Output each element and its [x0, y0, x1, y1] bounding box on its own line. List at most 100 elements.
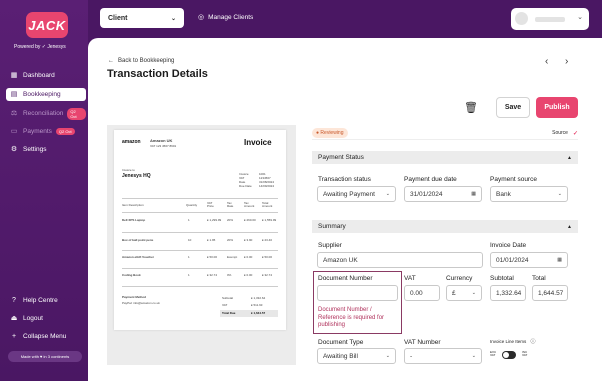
back-link[interactable]: ← Back to Bookkeeping	[108, 58, 174, 64]
due-date-value: 31/01/2024	[410, 190, 443, 198]
row-qty: 1	[188, 218, 190, 222]
row-qty: 1	[188, 273, 190, 277]
currency-select[interactable]: £ ⌄	[446, 285, 482, 301]
payment-status-header[interactable]: Payment Status ▲	[312, 151, 578, 164]
invoice-to-label: Invoice to	[122, 168, 135, 172]
divider	[122, 212, 278, 213]
trash-icon[interactable]: 🗑	[464, 101, 478, 114]
meta-value: 14/09/2024	[259, 184, 275, 188]
source-logo-icon: ✓	[572, 130, 578, 137]
publish-button[interactable]: Publish	[536, 97, 578, 118]
row-qty: 1	[188, 255, 190, 259]
status-badge-label: Reviewing	[320, 130, 344, 136]
row-total: £ 23.40	[262, 238, 273, 242]
invoice-date-value: 01/01/2024	[496, 256, 529, 264]
transaction-status-select[interactable]: Awaiting Payment ⌄	[317, 186, 396, 202]
row-tax: £ 0.00	[244, 273, 253, 277]
sidebar-item-payments[interactable]: ▭ Payments Q2 Oct	[6, 125, 86, 138]
total-input[interactable]: 1,644.57	[532, 285, 568, 301]
user-menu[interactable]: ⌄	[511, 8, 589, 30]
sidebar-item-settings[interactable]: ⚙ Settings	[6, 143, 86, 156]
collapse-icon: +	[11, 333, 17, 340]
payment-source-select[interactable]: Bank ⌄	[490, 186, 568, 202]
help-icon: ?	[12, 297, 16, 304]
manage-clients-label: Manage Clients	[208, 13, 254, 21]
row-tax: £ 0.00	[244, 255, 253, 259]
line-items-label-text: Invoice Line Items	[490, 339, 527, 344]
chevron-right-icon[interactable]: ›	[565, 56, 568, 67]
vat-number-select[interactable]: - ⌄	[404, 348, 482, 364]
subtotal-value: 1,332.64	[496, 289, 522, 297]
chevron-up-icon: ▲	[567, 223, 572, 230]
sidebar-item-label: Reconciliation	[22, 110, 64, 117]
sidebar-item-dashboard[interactable]: ▦ Dashboard	[6, 69, 86, 82]
sidebar-item-help[interactable]: ? Help Centre	[6, 294, 86, 307]
sidebar-item-bookkeeping[interactable]: ▤ Bookkeeping	[6, 88, 86, 101]
section-title: Payment Status	[318, 154, 364, 161]
row-price: £ 32.74	[207, 273, 218, 277]
sidebar-item-label: Logout	[23, 315, 43, 322]
line-items-label: Invoice Line Items ⓘ	[490, 338, 536, 345]
row-rate: 20%	[227, 238, 234, 242]
row-qty: 10	[188, 238, 192, 242]
total-due-value: £ 1,644.57	[251, 311, 266, 315]
currency-label: Currency	[446, 275, 473, 282]
supplier-value: Amazon UK	[323, 256, 358, 264]
due-date-input[interactable]: 31/01/2024 ▦	[404, 186, 482, 202]
currency-value: £	[452, 289, 456, 297]
subtotal-label: Subtotal	[222, 296, 234, 300]
supplier-input[interactable]: Amazon UK	[317, 252, 483, 268]
chevron-up-icon: ▲	[567, 154, 572, 161]
divider	[122, 286, 278, 287]
sidebar-item-collapse[interactable]: + Collapse Menu	[6, 330, 86, 343]
row-rate: 0%	[227, 273, 232, 277]
manage-clients-link[interactable]: ◎ Manage Clients	[198, 13, 254, 22]
subtotal-value: £ 1,332.64	[251, 296, 266, 300]
sidebar-item-label: Help Centre	[23, 297, 58, 304]
book-icon: ▤	[10, 91, 18, 98]
document-number-input[interactable]	[317, 285, 398, 301]
sidebar-item-logout[interactable]: ⏏ Logout	[6, 312, 86, 325]
invoice-vendor: Amazon UK	[150, 138, 173, 143]
avatar	[515, 12, 528, 25]
paypal-info: PayPal: info@amazon.co.uk	[122, 301, 160, 305]
users-icon: ◎	[198, 14, 205, 21]
subtotal-input[interactable]: 1,332.64	[490, 285, 526, 301]
row-total: £ 50.00	[262, 255, 273, 259]
client-select-value: Client	[108, 14, 128, 22]
divider	[122, 198, 278, 199]
chevron-left-icon[interactable]: ‹	[545, 56, 548, 67]
col-header: Tax Rate	[227, 201, 234, 208]
status-badge: ● Reviewing	[312, 128, 348, 138]
row-total: £ 1,559.99	[262, 218, 277, 222]
summary-header[interactable]: Summary ▲	[312, 220, 578, 233]
col-header: VAT Price	[207, 201, 214, 208]
transaction-status-label: Transaction status	[318, 176, 371, 183]
back-label: Back to Bookkeeping	[118, 58, 175, 64]
sidebar-item-reconciliation[interactable]: ⚖ Reconciliation Q2 Oct	[6, 107, 86, 120]
save-button[interactable]: Save	[496, 97, 530, 118]
scale-icon: ⚖	[10, 110, 18, 117]
exc-vat-label: EXC VAT	[490, 350, 497, 358]
section-title: Summary	[318, 223, 346, 230]
powered-by: Powered by ✓ Jenesys	[14, 44, 66, 50]
payment-method-label: Payment Method	[122, 295, 147, 299]
user-name-placeholder	[535, 17, 565, 22]
client-select[interactable]: Client ⌄	[100, 8, 184, 28]
vat-label: VAT	[404, 275, 416, 282]
made-with-badge: Made with ♥ in 3 continents	[8, 351, 82, 362]
coming-badge: Q2 Oct	[55, 128, 75, 135]
supplier-label: Supplier	[318, 242, 342, 249]
document-type-select[interactable]: Awaiting Bill ⌄	[317, 348, 396, 364]
inc-vat-label: INC VAT	[522, 350, 528, 358]
row-tax: £ 260.00	[244, 218, 256, 222]
jack-logo[interactable]: JACK	[26, 12, 68, 38]
row-desc: Coding Book	[122, 273, 141, 277]
chevron-down-icon: ⌄	[577, 14, 583, 21]
chevron-down-icon: ⌄	[385, 191, 390, 197]
vat-toggle[interactable]	[502, 351, 516, 359]
col-header: Quantity	[186, 203, 198, 207]
row-rate: Exempt	[227, 255, 238, 259]
vat-input[interactable]: 0.00	[404, 285, 440, 301]
invoice-date-input[interactable]: 01/01/2024 ▦	[490, 252, 568, 268]
